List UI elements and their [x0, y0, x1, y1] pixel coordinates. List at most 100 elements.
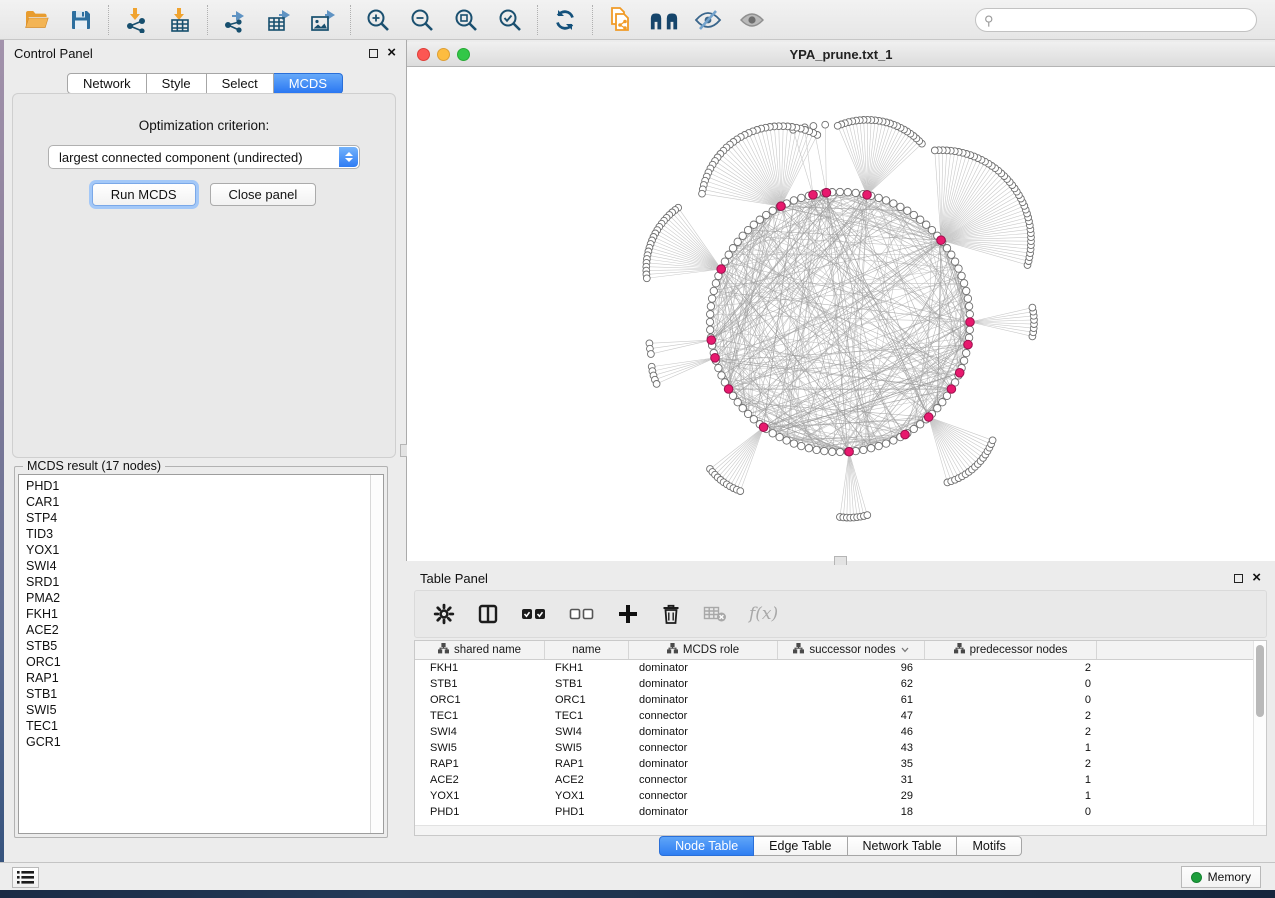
tab-edge-table[interactable]: Edge Table — [754, 836, 847, 856]
cell-mcds-role[interactable]: dominator — [629, 806, 778, 818]
result-node-tid3[interactable]: TID3 — [26, 526, 383, 542]
add-icon[interactable] — [617, 603, 639, 625]
cell-predecessor-nodes[interactable]: 0 — [925, 678, 1097, 690]
graph-hub-node[interactable] — [809, 191, 818, 200]
cell-successor-nodes[interactable]: 31 — [778, 774, 925, 786]
column-header-successor-nodes[interactable]: successor nodes — [778, 641, 925, 659]
cell-name[interactable]: RAP1 — [545, 758, 629, 770]
float-window-icon[interactable] — [369, 49, 378, 58]
column-header-name[interactable]: name — [545, 641, 629, 659]
graph-node[interactable] — [721, 258, 728, 265]
cell-shared-name[interactable]: SWI4 — [415, 726, 545, 738]
zoom-selected-icon[interactable] — [495, 6, 525, 34]
graph-node[interactable] — [744, 410, 751, 417]
graph-node[interactable] — [805, 445, 812, 452]
graph-node[interactable] — [867, 445, 874, 452]
column-header-predecessor-nodes[interactable]: predecessor nodes — [925, 641, 1097, 659]
cell-mcds-role[interactable]: connector — [629, 790, 778, 802]
cell-successor-nodes[interactable]: 35 — [778, 758, 925, 770]
graph-node[interactable] — [963, 287, 970, 294]
table-row-phd1[interactable]: PHD1PHD1dominator180 — [415, 804, 1266, 820]
table-vertical-scrollbar[interactable] — [1253, 641, 1266, 825]
result-node-swi4[interactable]: SWI4 — [26, 558, 383, 574]
gear-icon[interactable] — [433, 603, 455, 625]
cell-predecessor-nodes[interactable]: 1 — [925, 774, 1097, 786]
graph-node[interactable] — [960, 357, 967, 364]
tab-style[interactable]: Style — [147, 73, 207, 94]
graph-hub-node[interactable] — [924, 413, 933, 422]
cell-name[interactable]: ACE2 — [545, 774, 629, 786]
graph-fan-node[interactable] — [648, 351, 655, 358]
graph-node[interactable] — [860, 446, 867, 453]
tab-mcds[interactable]: MCDS — [274, 73, 343, 94]
cell-name[interactable]: SWI5 — [545, 742, 629, 754]
cell-mcds-role[interactable]: dominator — [629, 726, 778, 738]
graph-node[interactable] — [852, 189, 859, 196]
cell-predecessor-nodes[interactable]: 1 — [925, 790, 1097, 802]
tab-node-table[interactable]: Node Table — [659, 836, 754, 856]
table-row-rap1[interactable]: RAP1RAP1dominator352 — [415, 756, 1266, 772]
graph-node[interactable] — [958, 272, 965, 279]
deselect-all-icon[interactable] — [569, 606, 595, 622]
cell-name[interactable]: YOX1 — [545, 790, 629, 802]
graph-node[interactable] — [965, 303, 972, 310]
graph-hub-node[interactable] — [724, 385, 733, 394]
cell-predecessor-nodes[interactable]: 0 — [925, 806, 1097, 818]
cell-successor-nodes[interactable]: 47 — [778, 710, 925, 722]
cell-name[interactable]: FKH1 — [545, 662, 629, 674]
delete-icon[interactable] — [661, 603, 681, 625]
graph-fan-node[interactable] — [989, 437, 996, 444]
graph-node[interactable] — [750, 416, 757, 423]
graph-node[interactable] — [951, 258, 958, 265]
graph-node[interactable] — [756, 216, 763, 223]
graph-hub-node[interactable] — [947, 385, 956, 394]
cell-shared-name[interactable]: PHD1 — [415, 806, 545, 818]
mcds-result-list[interactable]: PHD1CAR1STP4TID3YOX1SWI4SRD1PMA2FKH1ACE2… — [18, 474, 384, 834]
graph-node[interactable] — [734, 399, 741, 406]
result-node-car1[interactable]: CAR1 — [26, 494, 383, 510]
export-table-icon[interactable] — [264, 6, 294, 34]
cell-mcds-role[interactable]: dominator — [629, 694, 778, 706]
graph-fan-node[interactable] — [737, 488, 744, 495]
cell-predecessor-nodes[interactable]: 2 — [925, 726, 1097, 738]
graph-node[interactable] — [923, 221, 930, 228]
show-eye-icon[interactable] — [737, 6, 767, 34]
cell-predecessor-nodes[interactable]: 0 — [925, 694, 1097, 706]
graph-hub-node[interactable] — [955, 369, 964, 378]
graph-node[interactable] — [890, 200, 897, 207]
graph-hub-node[interactable] — [717, 265, 726, 274]
graph-node[interactable] — [836, 188, 843, 195]
tab-network-table[interactable]: Network Table — [848, 836, 958, 856]
graph-fan-node[interactable] — [864, 512, 871, 519]
graph-node[interactable] — [939, 399, 946, 406]
graph-node[interactable] — [964, 295, 971, 302]
graph-node[interactable] — [928, 226, 935, 233]
graph-node[interactable] — [890, 437, 897, 444]
binoculars-icon[interactable] — [649, 6, 679, 34]
select-all-icon[interactable] — [521, 606, 547, 622]
table-row-fkh1[interactable]: FKH1FKH1dominator962 — [415, 660, 1266, 676]
cell-successor-nodes[interactable]: 96 — [778, 662, 925, 674]
cell-successor-nodes[interactable]: 29 — [778, 790, 925, 802]
graph-node[interactable] — [798, 442, 805, 449]
cell-mcds-role[interactable]: dominator — [629, 662, 778, 674]
graph-node[interactable] — [836, 448, 843, 455]
graph-node[interactable] — [955, 265, 962, 272]
graph-fan-node[interactable] — [643, 275, 650, 282]
network-graph[interactable] — [407, 67, 1275, 561]
graph-node[interactable] — [769, 207, 776, 214]
graph-node[interactable] — [769, 430, 776, 437]
result-node-rap1[interactable]: RAP1 — [26, 670, 383, 686]
cell-mcds-role[interactable]: connector — [629, 710, 778, 722]
result-node-fkh1[interactable]: FKH1 — [26, 606, 383, 622]
cell-mcds-role[interactable]: connector — [629, 742, 778, 754]
result-node-ace2[interactable]: ACE2 — [26, 622, 383, 638]
cell-predecessor-nodes[interactable]: 2 — [925, 710, 1097, 722]
tab-motifs[interactable]: Motifs — [957, 836, 1021, 856]
cell-name[interactable]: ORC1 — [545, 694, 629, 706]
cell-shared-name[interactable]: ACE2 — [415, 774, 545, 786]
graph-hub-node[interactable] — [845, 447, 854, 456]
graph-node[interactable] — [917, 421, 924, 428]
table-delete-icon[interactable] — [703, 605, 727, 623]
result-node-orc1[interactable]: ORC1 — [26, 654, 383, 670]
